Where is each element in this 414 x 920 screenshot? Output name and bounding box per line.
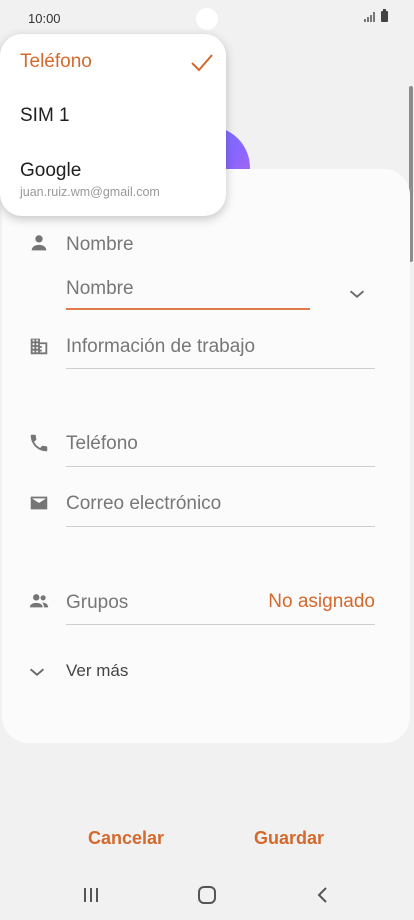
cancel-button[interactable]: Cancelar: [88, 828, 164, 849]
back-icon[interactable]: [310, 882, 336, 908]
phone-icon: [28, 432, 50, 454]
email-field[interactable]: Correo electrónico: [66, 493, 221, 515]
navigation-bar: [0, 872, 414, 918]
name-input[interactable]: Nombre: [66, 278, 310, 310]
name-input-placeholder: Nombre: [66, 278, 134, 299]
check-icon: [190, 52, 214, 74]
recent-apps-icon[interactable]: [78, 882, 104, 908]
email-divider: [66, 526, 375, 527]
chevron-down-icon[interactable]: [346, 283, 368, 305]
home-icon[interactable]: [194, 882, 220, 908]
save-button[interactable]: Guardar: [254, 828, 324, 849]
status-time: 10:00: [28, 11, 61, 26]
dropdown-option-google-email: juan.ruiz.wm@gmail.com: [20, 185, 160, 199]
dropdown-option-google[interactable]: Google: [20, 160, 81, 182]
groups-label[interactable]: Grupos: [66, 592, 128, 614]
see-more-button[interactable]: Ver más: [66, 661, 128, 681]
dropdown-option-sim[interactable]: SIM 1: [20, 105, 70, 127]
groups-divider: [66, 624, 375, 625]
dropdown-option-phone[interactable]: Teléfono: [20, 51, 92, 73]
groups-value[interactable]: No asignado: [268, 591, 375, 613]
signal-icon: [364, 12, 375, 22]
name-section-label: Nombre: [66, 234, 134, 255]
phone-field[interactable]: Teléfono: [66, 433, 138, 455]
work-info-field[interactable]: Información de trabajo: [66, 336, 255, 358]
status-icons: [364, 9, 388, 22]
bottom-actions: Cancelar Guardar: [0, 828, 414, 852]
work-info-divider: [66, 368, 375, 369]
person-icon: [28, 232, 50, 254]
battery-icon: [381, 9, 388, 22]
contact-form-card: [2, 169, 410, 743]
phone-divider: [66, 466, 375, 467]
building-icon: [28, 335, 50, 357]
chevron-down-icon[interactable]: [26, 661, 48, 683]
mail-icon: [28, 492, 50, 514]
camera-cutout: [196, 8, 218, 30]
account-dropdown: Teléfono SIM 1 Google juan.ruiz.wm@gmail…: [0, 34, 226, 216]
group-icon: [28, 590, 50, 612]
status-bar: 10:00: [0, 0, 414, 36]
